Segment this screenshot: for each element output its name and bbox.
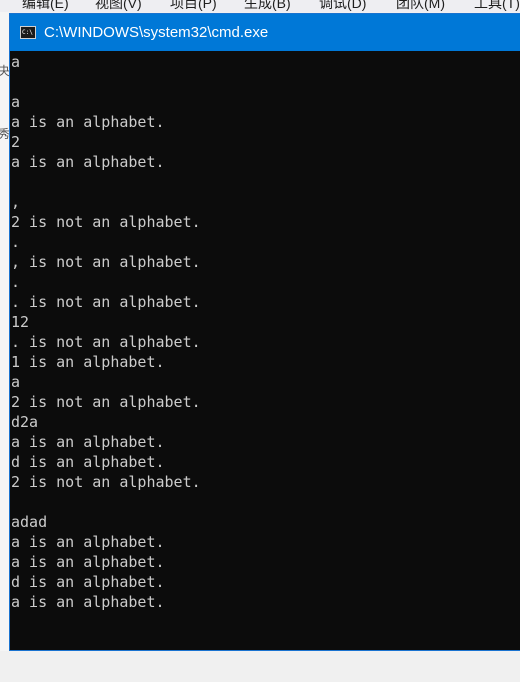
cmd-icon[interactable]: C:\ <box>20 26 36 39</box>
console-line: . is not an alphabet. <box>11 293 201 311</box>
menu-item-team[interactable]: 团队(M) <box>396 0 445 12</box>
console-line: , <box>11 193 21 211</box>
menu-item-view[interactable]: 视图(V) <box>95 0 142 12</box>
menu-item-debug[interactable]: 调试(D) <box>319 0 366 12</box>
window-title-bar[interactable]: C:\ C:\WINDOWS\system32\cmd.exe <box>10 14 520 51</box>
console-line: 2 <box>11 133 21 151</box>
console-line: 1 is an alphabet. <box>11 353 165 371</box>
console-line: a is an alphabet. <box>11 433 165 451</box>
cmd-icon-label: C:\ <box>22 29 33 36</box>
console-line: . <box>11 233 21 251</box>
console-line: 2 is not an alphabet. <box>11 393 201 411</box>
console-line: a is an alphabet. <box>11 553 165 571</box>
console-line: 12 <box>11 313 30 331</box>
console-line: a <box>11 373 21 391</box>
menu-item-tools[interactable]: 工具(T) <box>474 0 520 12</box>
menu-item-build[interactable]: 生成(B) <box>244 0 291 12</box>
ide-menu-bar: 编辑(E) 视图(V) 项目(P) 生成(B) 调试(D) 团队(M) 工具(T… <box>0 0 520 12</box>
console-line: . <box>11 273 21 291</box>
console-line: 2 is not an alphabet. <box>11 473 201 491</box>
console-line: a <box>11 93 21 111</box>
cmd-window: C:\ C:\WINDOWS\system32\cmd.exe a a a is a… <box>9 13 520 651</box>
console-line: a is an alphabet. <box>11 593 165 611</box>
console-line: a is an alphabet. <box>11 533 165 551</box>
console-line: a is an alphabet. <box>11 153 165 171</box>
console-line: , is not an alphabet. <box>11 253 201 271</box>
console-line: a <box>11 53 21 71</box>
menu-item-edit[interactable]: 编辑(E) <box>22 0 69 12</box>
console-line: d2a <box>11 413 39 431</box>
console-line: adad <box>11 513 48 531</box>
window-title: C:\WINDOWS\system32\cmd.exe <box>44 24 269 41</box>
console-line: 2 is not an alphabet. <box>11 213 201 231</box>
ide-background <box>0 651 520 682</box>
console-line: d is an alphabet. <box>11 573 165 591</box>
console-line: a is an alphabet. <box>11 113 165 131</box>
console-line: . is not an alphabet. <box>11 333 201 351</box>
console-line: d is an alphabet. <box>11 453 165 471</box>
console-output[interactable]: a a a is an alphabet. 2 a is an alphabet., 2 … <box>10 52 520 650</box>
menu-item-project[interactable]: 项目(P) <box>170 0 217 12</box>
